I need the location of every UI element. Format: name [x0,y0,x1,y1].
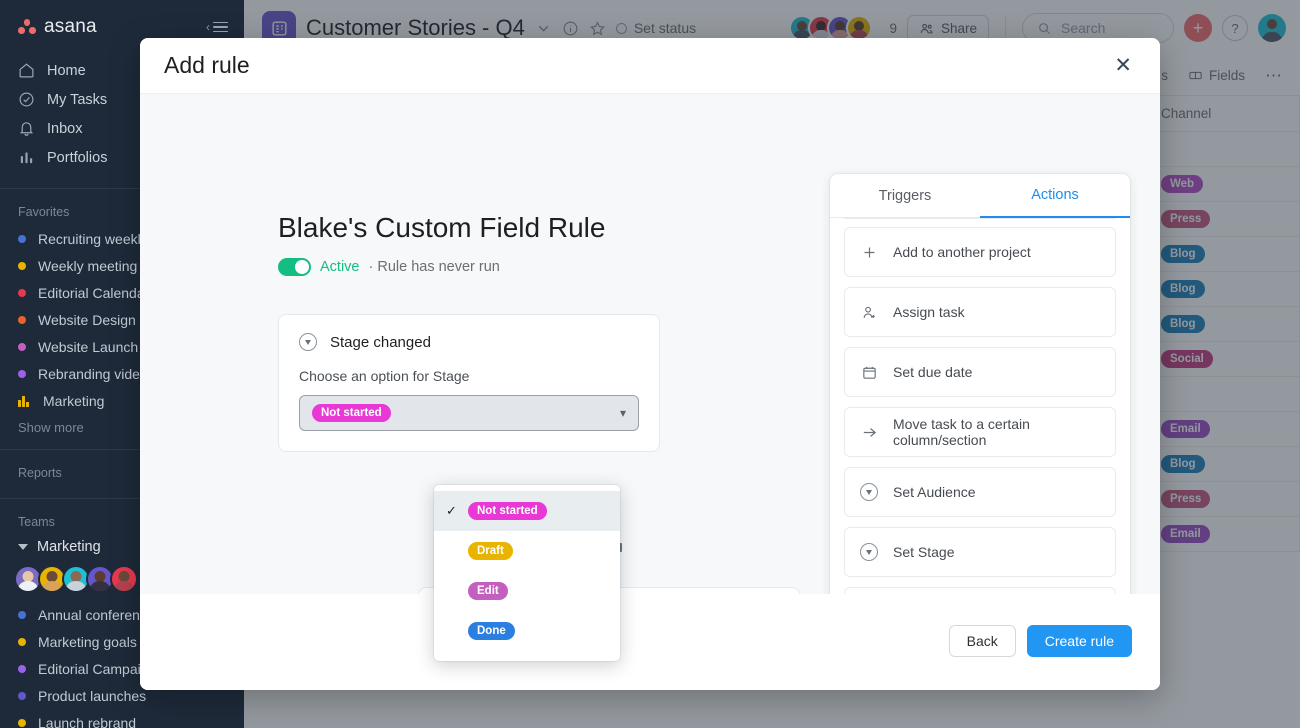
avatar[interactable] [110,565,138,593]
action-add-to-another-project[interactable]: Add to another project [844,227,1116,277]
modal-body: Blake's Custom Field Rule Active · Rule … [140,94,1160,650]
action-set-stage[interactable]: Set Stage [844,527,1116,577]
project-label: Recruiting weekly [38,231,148,247]
action-label: Assign task [893,304,965,320]
panel-tabs: Triggers Actions [830,174,1130,218]
custom-field-icon [859,543,879,561]
project-label: Editorial Calendar [38,285,149,301]
dropdown-option-edit[interactable]: Edit [434,571,620,611]
project-label: Annual conference [38,607,155,623]
sidebar-item-label: Home [47,63,86,79]
asana-logo-icon [18,19,36,35]
action-set-due-date[interactable]: Set due date [844,347,1116,397]
sidebar-item-launch-rebrand[interactable]: Launch rebrand [0,709,244,728]
option-pill: Draft [468,542,513,560]
project-color-dot [18,611,26,619]
project-label: Weekly meeting [38,258,137,274]
asana-logo[interactable]: asana [18,16,97,38]
sidebar-item-label: Portfolios [47,150,107,166]
chevron-left-icon: ‹ [206,21,210,33]
tab-triggers[interactable]: Triggers [830,174,980,218]
project-label: Editorial Campaign [38,661,156,677]
trigger-title: Stage changed [330,334,431,351]
check-icon: ✓ [446,503,460,519]
option-pill: Edit [468,582,508,600]
bar-chart-icon [18,395,31,407]
project-color-dot [18,262,26,270]
project-color-dot [18,316,26,324]
menu-icon [213,22,228,33]
plus-icon [859,244,879,261]
option-pill: Not started [468,502,547,520]
arrow-right-icon [859,424,879,441]
action-label: Set due date [893,364,972,380]
rule-name[interactable]: Blake's Custom Field Rule [278,212,830,244]
action-label: Add to another project [893,244,1031,260]
dropdown-option-draft[interactable]: Draft [434,531,620,571]
create-rule-button[interactable]: Create rule [1027,625,1132,657]
project-color-dot [18,343,26,351]
stage-selected-pill: Not started [312,404,391,422]
action-label: Move task to a certain column/section [893,416,1101,448]
project-label: Product launches [38,688,146,704]
project-color-dot [18,719,26,727]
modal-footer: Back Create rule [140,650,1160,690]
bell-icon [18,120,35,137]
project-label: Website Launch [38,339,138,355]
tab-actions[interactable]: Actions [980,174,1130,218]
stage-options-dropdown: ✓ Not started Draft Edit Done [434,485,620,661]
add-rule-modal: Add rule ✕ Blake's Custom Field Rule Act… [140,38,1160,690]
asana-logo-text: asana [44,16,97,38]
dropdown-option-done[interactable]: Done [434,611,620,651]
custom-field-icon [859,483,879,501]
collapse-sidebar-button[interactable]: ‹ [206,21,228,33]
close-icon[interactable]: ✕ [1110,51,1136,80]
check-circle-icon [18,91,35,108]
custom-field-icon [299,333,317,351]
option-pill: Done [468,622,515,640]
sidebar-item-label: My Tasks [47,92,107,108]
action-assign-task[interactable]: Assign task [844,287,1116,337]
project-color-dot [18,289,26,297]
action-label: Set Stage [893,544,955,560]
chevron-down-icon [18,544,28,550]
project-label: Launch rebrand [38,715,136,728]
dropdown-option-not-started[interactable]: ✓ Not started [434,491,620,531]
chevron-down-icon: ▾ [620,406,626,420]
project-color-dot [18,235,26,243]
sidebar-item-label: Inbox [47,121,82,137]
trigger-card[interactable]: Stage changed Choose an option for Stage… [278,314,660,452]
modal-footer-actions: Back Create rule [949,625,1132,657]
action-label: Set Audience [893,484,976,500]
project-color-dot [18,665,26,673]
team-name: Marketing [37,539,101,555]
project-label: Marketing [43,393,104,409]
person-add-icon [859,304,879,321]
back-button[interactable]: Back [949,625,1016,657]
calendar-icon [859,364,879,381]
project-color-dot [18,692,26,700]
modal-header: Add rule ✕ [140,38,1160,94]
rule-status-row: Active · Rule has never run [278,258,830,276]
home-icon [18,62,35,79]
action-move-task[interactable]: Move task to a certain column/section [844,407,1116,457]
project-color-dot [18,370,26,378]
trigger-sub-label: Choose an option for Stage [299,368,639,384]
bar-chart-icon [18,149,35,166]
project-label: Marketing goals [38,634,137,650]
rule-status-detail: · Rule has never run [369,259,500,275]
rule-status-active: Active [320,259,360,275]
modal-title: Add rule [164,52,250,79]
project-label: Website Design R [38,312,150,328]
action-set-audience[interactable]: Set Audience [844,467,1116,517]
rule-active-toggle[interactable] [278,258,311,276]
rule-editor-pane: Blake's Custom Field Rule Active · Rule … [140,94,830,452]
trigger-card-header: Stage changed [299,333,639,351]
stage-select[interactable]: Not started ▾ [299,395,639,431]
project-label: Rebranding video [38,366,148,382]
project-color-dot [18,638,26,646]
